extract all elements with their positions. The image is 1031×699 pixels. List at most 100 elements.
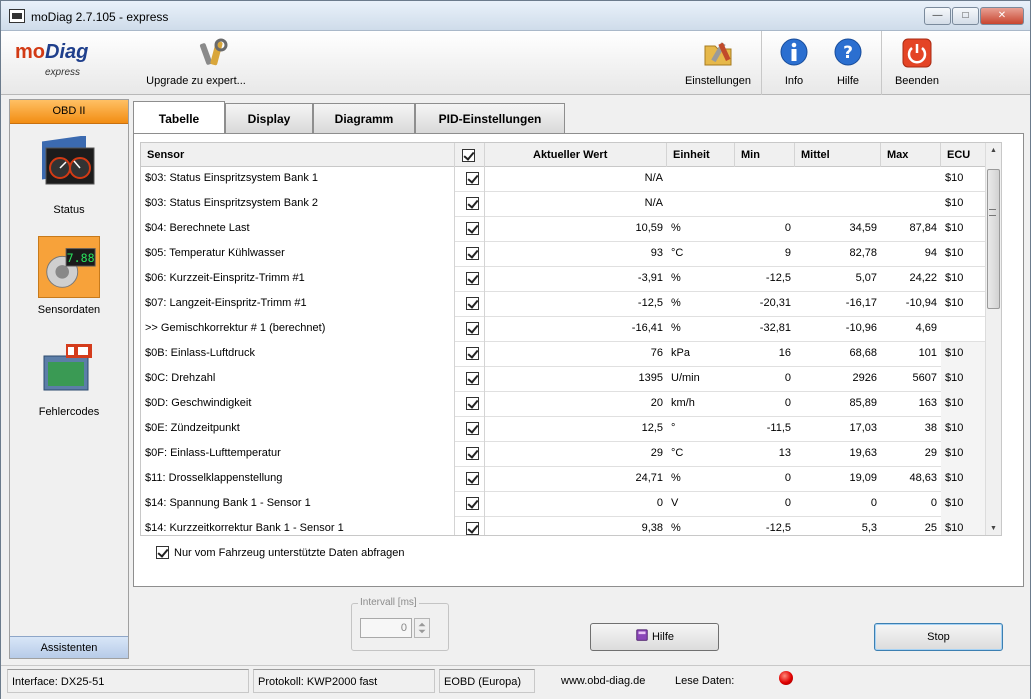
- select-all-checkbox[interactable]: [462, 148, 475, 162]
- row-select-cell[interactable]: [455, 217, 485, 242]
- row-checkbox[interactable]: [466, 221, 479, 235]
- row-max: [881, 192, 941, 217]
- table-row[interactable]: $14: Spannung Bank 1 - Sensor 1 0 V 0 0 0 $10: [141, 492, 1001, 517]
- row-checkbox[interactable]: [466, 521, 479, 535]
- interval-spinner[interactable]: [414, 618, 430, 638]
- table-row[interactable]: $07: Langzeit-Einspritz-Trimm #1 -12,5% -2…: [141, 292, 1001, 317]
- row-checkbox[interactable]: [466, 496, 479, 510]
- row-current-value: 76: [650, 347, 663, 359]
- info-button[interactable]: Info: [769, 31, 819, 95]
- row-select-cell[interactable]: [455, 467, 485, 492]
- row-checkbox[interactable]: [466, 471, 479, 485]
- row-checkbox[interactable]: [466, 196, 479, 210]
- row-current-value: 29: [650, 447, 663, 459]
- row-select-cell[interactable]: [455, 317, 485, 342]
- row-current-value: 20: [650, 397, 663, 409]
- row-select-cell[interactable]: [455, 392, 485, 417]
- row-current-value: 9,38: [641, 522, 663, 534]
- minimize-button[interactable]: —: [924, 7, 951, 25]
- status-website[interactable]: www.obd-diag.de: [557, 669, 663, 693]
- table-row[interactable]: $06: Kurzzeit-Einspritz-Trimm #1 -3,91% -1…: [141, 267, 1001, 292]
- table-scrollbar[interactable]: ▲ ▼: [985, 143, 1001, 535]
- table-row[interactable]: $0D: Geschwindigkeit 20 km/h 0 85,89 163 $10: [141, 392, 1001, 417]
- scroll-up-arrow-icon[interactable]: ▲: [986, 143, 1001, 159]
- assistants-button[interactable]: Assistenten: [10, 636, 128, 658]
- tab-display[interactable]: Display: [225, 103, 313, 133]
- table-row[interactable]: $04: Berechnete Last 10,59% 0 34,59 87,84 $10: [141, 217, 1001, 242]
- row-max: 38: [924, 422, 937, 434]
- column-header-sensor[interactable]: Sensor: [141, 143, 455, 167]
- row-select-cell[interactable]: [455, 517, 485, 535]
- row-select-cell[interactable]: [455, 242, 485, 267]
- table-row[interactable]: $0F: Einlass-Lufttemperatur 29 °C 13 19,63 29…: [141, 442, 1001, 467]
- row-checkbox[interactable]: [466, 321, 479, 335]
- sidebar-item-sensordaten[interactable]: 7.88 Sensordaten: [10, 236, 128, 316]
- column-header-mean[interactable]: Mittel: [795, 143, 881, 167]
- row-checkbox[interactable]: [466, 246, 479, 260]
- row-checkbox[interactable]: [466, 171, 479, 185]
- table-row[interactable]: >> Gemischkorrektur # 1 (berechnet) -16,4…: [141, 317, 1001, 342]
- column-header-value[interactable]: Aktueller Wert: [485, 143, 667, 167]
- help-button[interactable]: ? Hilfe: [823, 31, 873, 95]
- row-unit: %: [671, 472, 681, 484]
- row-select-cell[interactable]: [455, 342, 485, 367]
- table-row[interactable]: $05: Temperatur Kühlwasser 93 °C 9 82,78 94 $1…: [141, 242, 1001, 267]
- upgrade-button[interactable]: Upgrade zu expert...: [141, 31, 251, 95]
- close-button[interactable]: ✕: [980, 7, 1024, 25]
- row-checkbox[interactable]: [466, 446, 479, 460]
- row-checkbox[interactable]: [466, 296, 479, 310]
- row-sensor-name: $0F: Einlass-Lufttemperatur: [141, 442, 455, 467]
- row-select-cell[interactable]: [455, 192, 485, 217]
- scrollbar-thumb[interactable]: [987, 169, 1000, 309]
- row-checkbox[interactable]: [466, 371, 479, 385]
- help-bottom-button[interactable]: Hilfe: [590, 623, 719, 651]
- table-row[interactable]: $03: Status Einspritzsystem Bank 2 N/A $10: [141, 192, 1001, 217]
- supported-data-option[interactable]: Nur vom Fahrzeug unterstützte Daten abfr…: [156, 546, 405, 559]
- row-min: -32,81: [759, 322, 791, 334]
- row-checkbox[interactable]: [466, 396, 479, 410]
- tab-diagramm[interactable]: Diagramm: [313, 103, 415, 133]
- table-row[interactable]: $03: Status Einspritzsystem Bank 1 N/A $10: [141, 167, 1001, 192]
- column-header-unit[interactable]: Einheit: [667, 143, 735, 167]
- maximize-button[interactable]: □: [952, 7, 979, 25]
- row-unit: °: [671, 422, 676, 434]
- row-unit: %: [671, 272, 681, 284]
- column-header-select-all[interactable]: [455, 143, 485, 167]
- sensor-table: Sensor Aktueller Wert Einheit Min Mittel…: [140, 142, 1002, 536]
- row-mean: 0: [870, 497, 877, 509]
- quit-button[interactable]: Beenden: [887, 31, 947, 95]
- sidebar-item-fehlercodes[interactable]: Fehlercodes: [10, 338, 128, 418]
- status-eobd: EOBD (Europa): [439, 669, 535, 693]
- row-select-cell[interactable]: [455, 442, 485, 467]
- row-unit: [667, 192, 735, 217]
- row-checkbox[interactable]: [466, 271, 479, 285]
- row-select-cell[interactable]: [455, 167, 485, 192]
- row-select-cell[interactable]: [455, 492, 485, 517]
- row-max: 24,22: [909, 272, 937, 284]
- row-checkbox[interactable]: [466, 421, 479, 435]
- column-header-min[interactable]: Min: [735, 143, 795, 167]
- tab-pid-einstellungen[interactable]: PID-Einstellungen: [415, 103, 565, 133]
- table-row[interactable]: $0B: Einlass-Luftdruck 76 kPa 16 68,68 101 $10: [141, 342, 1001, 367]
- table-row[interactable]: $0C: Drehzahl 1395 U/min 0 2926 5607 $10: [141, 367, 1001, 392]
- tab-tabelle[interactable]: Tabelle: [133, 101, 225, 133]
- sidebar-header-obd[interactable]: OBD II: [10, 100, 128, 124]
- settings-button[interactable]: Einstellungen: [683, 31, 753, 95]
- column-header-ecu[interactable]: ECU: [941, 143, 987, 167]
- row-select-cell[interactable]: [455, 417, 485, 442]
- scroll-down-arrow-icon[interactable]: ▼: [986, 521, 1001, 535]
- row-sensor-name: $04: Berechnete Last: [141, 217, 455, 242]
- row-select-cell[interactable]: [455, 367, 485, 392]
- row-current-value: 24,71: [635, 472, 663, 484]
- table-row[interactable]: $11: Drosselklappenstellung 24,71% 0 19,09 4…: [141, 467, 1001, 492]
- table-row[interactable]: $14: Kurzzeitkorrektur Bank 1 - Sensor 1…: [141, 517, 1001, 535]
- row-select-cell[interactable]: [455, 267, 485, 292]
- stop-button[interactable]: Stop: [874, 623, 1003, 651]
- supported-data-checkbox[interactable]: [156, 546, 169, 559]
- interval-input[interactable]: 0: [360, 618, 412, 638]
- table-row[interactable]: $0E: Zündzeitpunkt 12,5 ° -11,5 17,03 38 $10: [141, 417, 1001, 442]
- row-checkbox[interactable]: [466, 346, 479, 360]
- column-header-max[interactable]: Max: [881, 143, 941, 167]
- sidebar-item-status[interactable]: Status: [10, 135, 128, 216]
- row-select-cell[interactable]: [455, 292, 485, 317]
